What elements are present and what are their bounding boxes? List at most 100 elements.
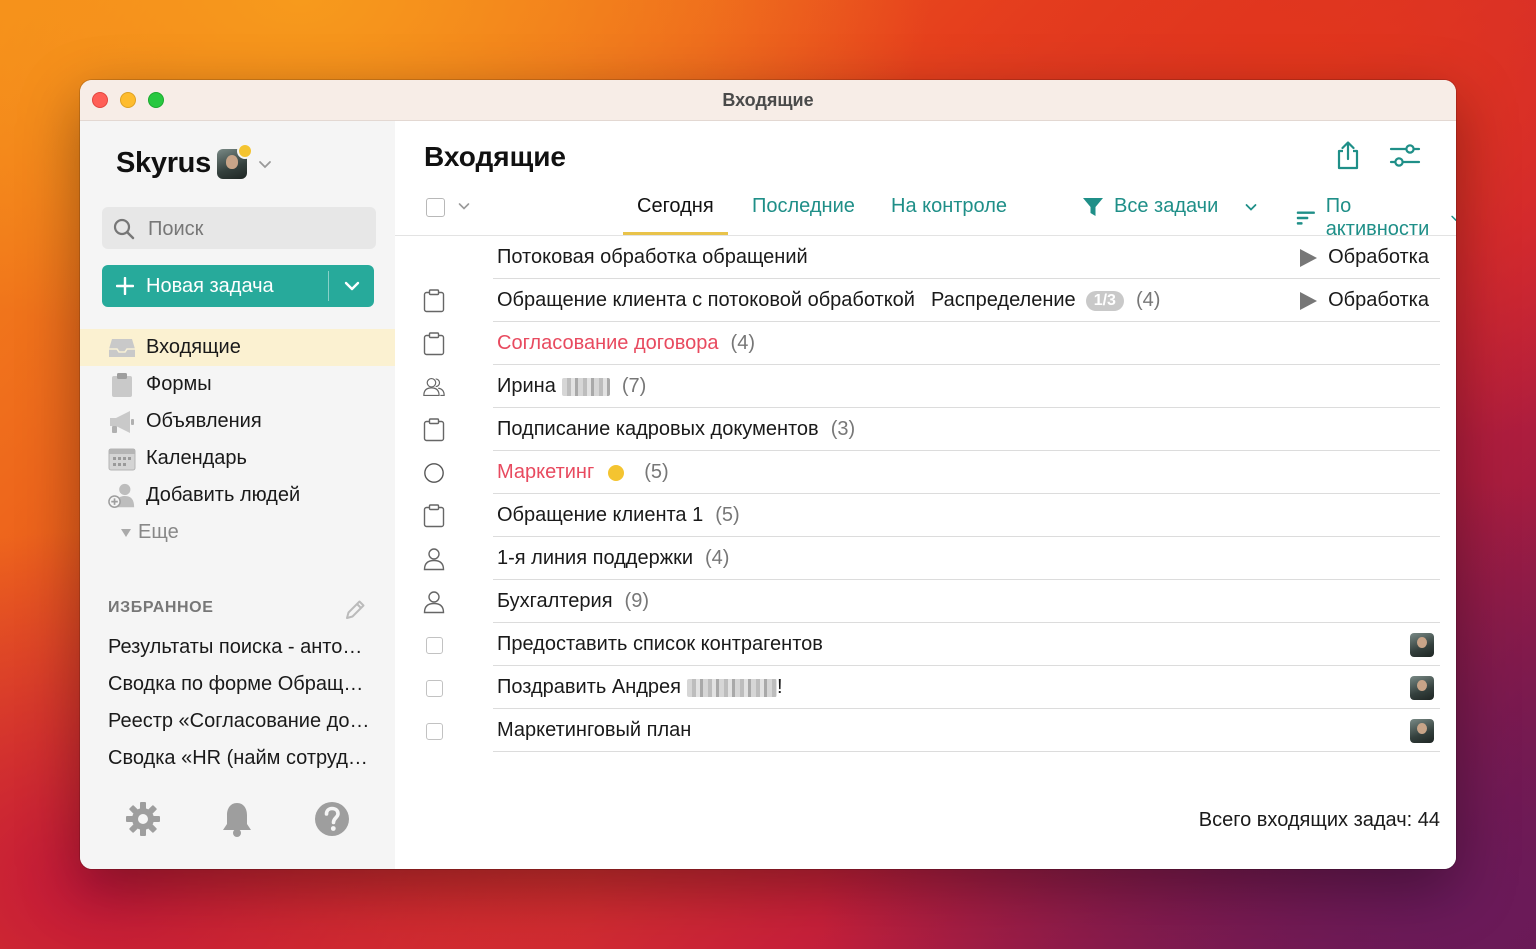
search-box xyxy=(102,207,376,249)
favorite-item[interactable]: Результаты поиска - анто… xyxy=(108,629,378,666)
calendar-icon xyxy=(108,445,136,473)
task-title: 1-я линия поддержки xyxy=(497,547,694,569)
task-count: (3) xyxy=(830,418,856,440)
title-bar: Входящие xyxy=(80,80,1456,121)
status-label: Обработка xyxy=(1328,289,1429,311)
task-checkbox[interactable] xyxy=(423,633,445,657)
sidebar: Skyrus Новая задача Входящие xyxy=(80,121,395,869)
favorites-title: ИЗБРАННОЕ xyxy=(108,599,214,616)
bell-icon[interactable] xyxy=(217,799,257,839)
table-row[interactable]: Маркетинговый план xyxy=(395,709,1456,752)
person-icon xyxy=(423,547,445,571)
task-checkbox[interactable] xyxy=(423,676,445,700)
task-title-suffix: ! xyxy=(776,676,783,698)
sidebar-item-forms[interactable]: Формы xyxy=(80,366,395,403)
settings-sliders-icon[interactable] xyxy=(1388,139,1422,173)
task-title: Бухгалтерия xyxy=(497,590,613,612)
sort-label: По активности xyxy=(1325,195,1430,240)
table-row[interactable]: Подписание кадровых документов (3) xyxy=(395,408,1456,451)
task-title: Поздравить Андрея xyxy=(497,676,681,698)
megaphone-icon xyxy=(108,408,136,436)
triangle-down-icon xyxy=(116,519,136,547)
workspace-name: Skyrus xyxy=(116,147,211,179)
tab-recent[interactable]: Последние xyxy=(752,195,855,233)
yellow-dot-icon xyxy=(608,464,625,481)
clipboard-icon xyxy=(423,289,445,313)
sidebar-item-label: Добавить людей xyxy=(146,484,301,506)
table-row[interactable]: Потоковая обработка обращений Обработка xyxy=(395,236,1456,279)
assignee-avatar xyxy=(1410,676,1434,700)
task-title: Подписание кадровых документов xyxy=(497,418,819,440)
table-row[interactable]: 1-я линия поддержки (4) xyxy=(395,537,1456,580)
task-checkbox[interactable] xyxy=(423,719,445,743)
favorite-item[interactable]: Сводка «HR (найм сотруд… xyxy=(108,740,378,777)
help-icon[interactable] xyxy=(312,799,352,839)
sidebar-nav: Входящие Формы Объявления Календарь Доба… xyxy=(80,329,395,551)
sort-dropdown[interactable]: По активности xyxy=(1296,195,1456,241)
new-task-button[interactable]: Новая задача xyxy=(102,265,328,307)
table-row[interactable]: Обращение клиента 1 (5) xyxy=(395,494,1456,537)
filter-icon xyxy=(1083,197,1103,216)
tab-label: Последние xyxy=(752,195,855,217)
sidebar-item-label: Еще xyxy=(138,521,179,543)
table-row[interactable]: Маркетинг (5) xyxy=(395,451,1456,494)
page-title: Входящие xyxy=(424,141,566,172)
user-avatar xyxy=(216,142,253,179)
main-panel: Входящие Сегодня Последние На контроле В… xyxy=(395,121,1456,869)
task-title: Согласование договора xyxy=(497,332,719,354)
sidebar-item-announcements[interactable]: Объявления xyxy=(80,403,395,440)
task-count: (4) xyxy=(1135,289,1161,311)
notification-dot xyxy=(236,142,253,159)
favorite-item[interactable]: Сводка по форме Обращ… xyxy=(108,666,378,703)
tab-on-control[interactable]: На контроле xyxy=(891,195,1007,233)
task-count: (4) xyxy=(730,332,755,354)
filter-label: Все задачи xyxy=(1114,195,1219,217)
chevron-down-icon xyxy=(1245,203,1257,211)
table-row[interactable]: Ирина (7) xyxy=(395,365,1456,408)
table-row[interactable]: Предоставить список контрагентов xyxy=(395,623,1456,666)
table-row[interactable]: Обращение клиента с потоковой обработкой… xyxy=(395,279,1456,322)
tab-today[interactable]: Сегодня xyxy=(623,195,728,235)
task-filter-dropdown[interactable]: Все задачи xyxy=(1082,195,1258,218)
redacted-name xyxy=(686,678,777,697)
clipboard-icon xyxy=(108,371,136,399)
app-window: Входящие Skyrus Новая задача xyxy=(80,80,1456,869)
task-stage: Распределение xyxy=(930,289,1076,311)
task-title: Обращение клиента с потоковой обработкой xyxy=(497,289,915,311)
chevron-down-icon xyxy=(1451,215,1456,222)
table-row[interactable]: Бухгалтерия (9) xyxy=(395,580,1456,623)
task-count: (4) xyxy=(705,547,730,569)
sidebar-footer xyxy=(80,799,395,843)
sidebar-item-calendar[interactable]: Календарь xyxy=(80,440,395,477)
sidebar-item-label: Объявления xyxy=(146,410,262,432)
task-count: (5) xyxy=(644,461,669,483)
status-label: Обработка xyxy=(1328,246,1429,268)
share-icon[interactable] xyxy=(1331,139,1365,173)
sidebar-item-label: Формы xyxy=(146,373,212,395)
sidebar-item-label: Входящие xyxy=(146,336,241,358)
play-icon xyxy=(1300,248,1318,267)
task-count: (5) xyxy=(715,504,740,526)
people-icon xyxy=(423,375,445,399)
search-icon xyxy=(113,218,135,240)
select-all-checkbox[interactable] xyxy=(426,198,445,217)
new-task-label: Новая задача xyxy=(146,274,274,297)
workspace-switcher[interactable]: Skyrus xyxy=(116,142,273,180)
sidebar-item-add-people[interactable]: Добавить людей xyxy=(80,477,395,514)
chevron-down-icon[interactable] xyxy=(457,199,471,213)
new-task-dropdown-button[interactable] xyxy=(329,265,374,307)
table-row[interactable]: Согласование договора (4) xyxy=(395,322,1456,365)
favorites-list: Результаты поиска - анто… Сводка по форм… xyxy=(108,629,378,777)
clipboard-icon xyxy=(423,504,445,528)
sidebar-item-inbox[interactable]: Входящие xyxy=(80,329,395,366)
gear-icon[interactable] xyxy=(123,799,163,839)
inbox-icon xyxy=(108,334,136,362)
favorite-item[interactable]: Реестр «Согласование до… xyxy=(108,703,378,740)
search-input[interactable] xyxy=(146,213,370,245)
table-row[interactable]: Поздравить Андрея ! xyxy=(395,666,1456,709)
task-status: Обработка xyxy=(1298,289,1429,312)
new-task-split-button: Новая задача xyxy=(102,265,374,307)
favorites-header: ИЗБРАННОЕ xyxy=(108,597,368,621)
sidebar-item-more[interactable]: Еще xyxy=(80,514,395,551)
pencil-icon[interactable] xyxy=(342,597,368,628)
